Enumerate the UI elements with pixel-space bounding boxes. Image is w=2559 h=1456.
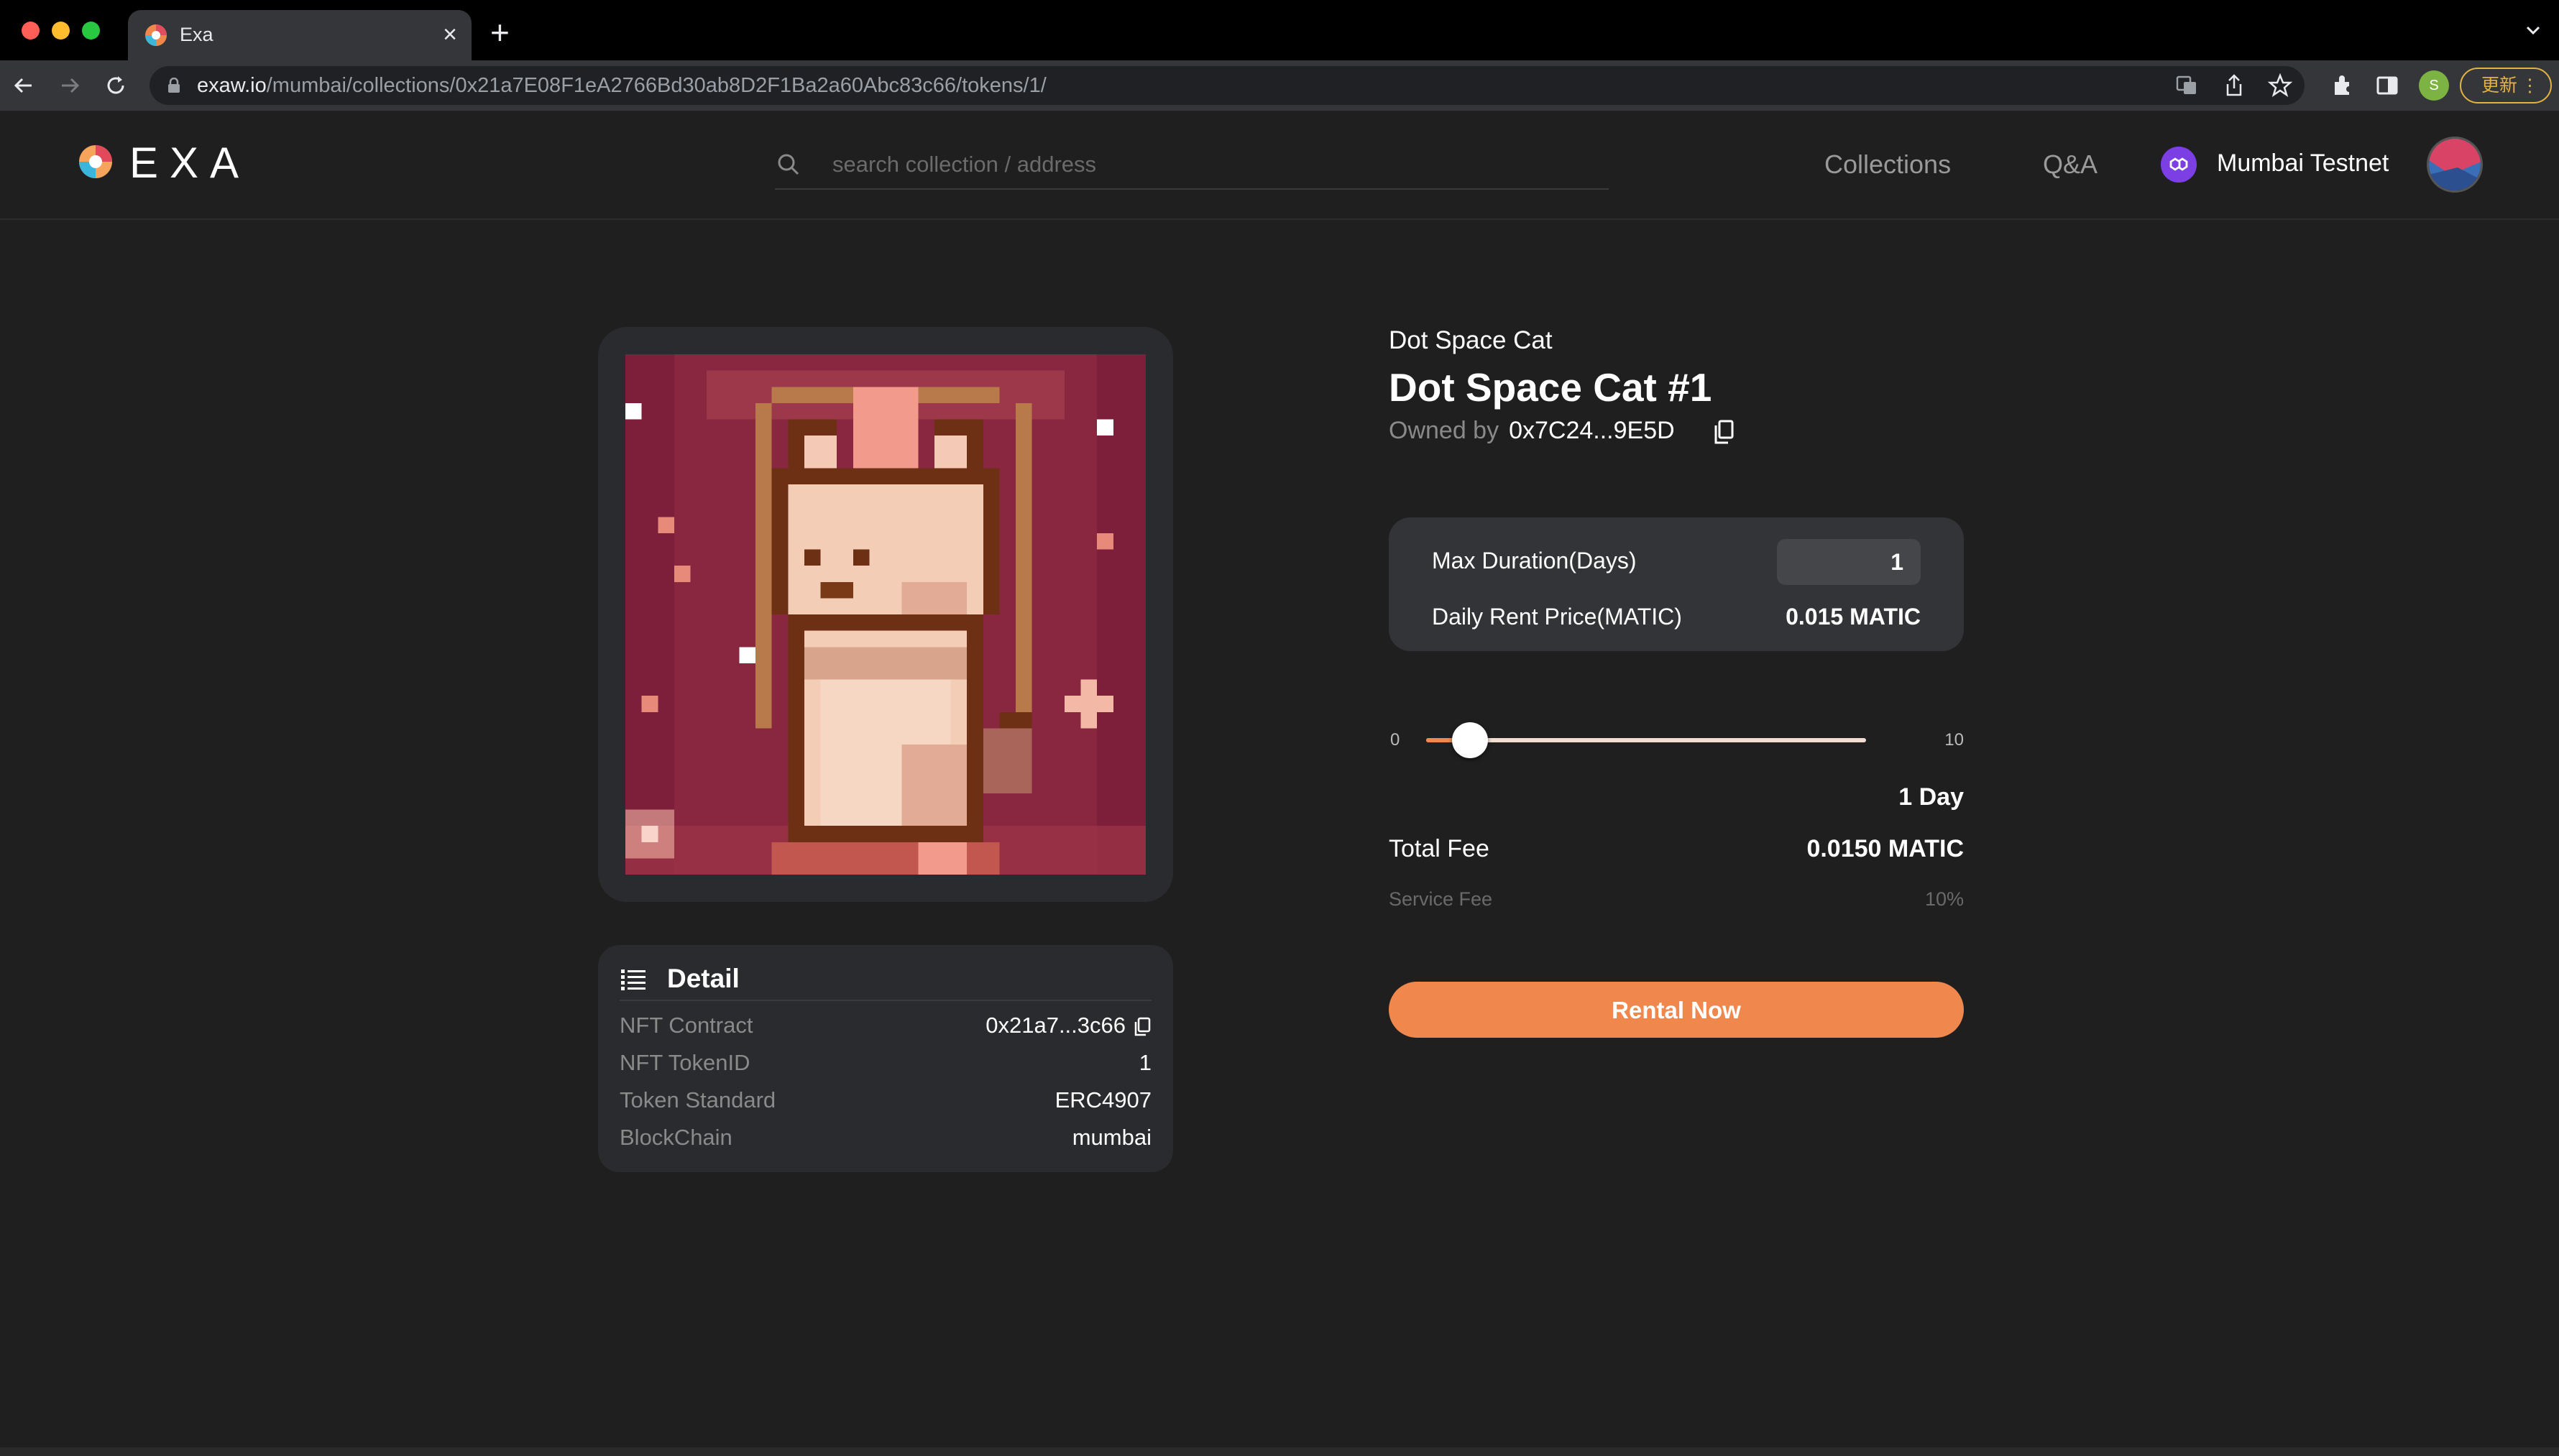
contract-address[interactable]: 0x21a7...3c66 — [986, 1013, 1126, 1038]
nft-image-card — [598, 327, 1173, 902]
detail-label: NFT Contract — [620, 1013, 753, 1038]
menu-dots-icon: ⋮ — [2521, 75, 2539, 96]
extensions-icon[interactable] — [2329, 72, 2356, 99]
slider-min-label: 0 — [1390, 730, 1400, 750]
token-standard-value: ERC4907 — [1055, 1087, 1152, 1112]
blockchain-value: mumbai — [1072, 1125, 1152, 1150]
new-tab-button[interactable]: + — [490, 14, 510, 50]
profile-avatar[interactable]: S — [2419, 70, 2449, 101]
daily-price-label: Daily Rent Price(MATIC) — [1432, 604, 1682, 630]
wallet-avatar[interactable] — [2427, 137, 2483, 193]
total-fee-value: 0.0150 MATIC — [1806, 835, 1964, 862]
token-id-value: 1 — [1139, 1050, 1152, 1075]
update-button[interactable]: 更新 ⋮ — [2460, 68, 2552, 103]
detail-title: Detail — [667, 964, 740, 993]
nav-qa-link[interactable]: Q&A — [2043, 149, 2098, 180]
slider-max-label: 10 — [1944, 730, 1964, 750]
owned-by-label: Owned by — [1389, 417, 1499, 444]
browser-tab[interactable]: Exa × — [128, 10, 472, 60]
rental-params-card: Max Duration(Days) Daily Rent Price(MATI… — [1389, 517, 1964, 651]
detail-card: Detail NFT Contract 0x21a7...3c66 NFT To… — [598, 945, 1173, 1172]
share-icon[interactable] — [2221, 73, 2247, 98]
logo-text[interactable]: EXA — [129, 138, 250, 188]
polygon-network-icon[interactable] — [2161, 147, 2197, 183]
maximize-window-button[interactable] — [82, 22, 100, 40]
detail-label: BlockChain — [620, 1125, 732, 1150]
search-icon — [778, 154, 799, 175]
tab-search-chevron-icon[interactable] — [2522, 19, 2545, 42]
detail-label: Token Standard — [620, 1087, 776, 1112]
detail-divider — [620, 1000, 1152, 1001]
search-bar — [775, 142, 1609, 190]
list-icon — [621, 969, 646, 990]
wallet-avatar-icon — [2429, 139, 2481, 190]
forward-icon[interactable] — [56, 72, 83, 99]
side-panel-icon[interactable] — [2374, 72, 2401, 99]
exa-favicon-icon — [145, 24, 167, 46]
slider-track[interactable] — [1426, 738, 1866, 742]
browser-toolbar: exaw.io/mumbai/collections/0x21a7E08F1eA… — [0, 60, 2559, 111]
lock-icon — [168, 78, 180, 93]
nft-pixel-art-image[interactable] — [625, 354, 1146, 875]
selected-days: 1 Day — [1898, 783, 1964, 811]
service-fee-label: Service Fee — [1389, 888, 1493, 910]
owner-line: Owned by 0x7C24...9E5D — [1389, 417, 1675, 445]
service-fee-value: 10% — [1924, 888, 1964, 910]
close-window-button[interactable] — [22, 22, 40, 40]
bottom-border — [0, 1447, 2559, 1456]
copy-owner-icon[interactable] — [1712, 419, 1735, 445]
owner-address[interactable]: 0x7C24...9E5D — [1509, 417, 1675, 444]
rental-now-button[interactable]: Rental Now — [1389, 982, 1964, 1038]
translate-icon[interactable] — [2174, 73, 2200, 98]
daily-price-value: 0.015 MATIC — [1786, 604, 1921, 630]
bookmark-star-icon[interactable] — [2267, 73, 2293, 98]
token-title: Dot Space Cat #1 — [1389, 365, 1712, 410]
total-fee-label: Total Fee — [1389, 835, 1489, 862]
url-text: exaw.io/mumbai/collections/0x21a7E08F1eA… — [197, 74, 1047, 97]
copy-contract-icon[interactable] — [1133, 1017, 1152, 1037]
detail-row-blockchain: BlockChain mumbai — [620, 1125, 1152, 1153]
exa-logo-icon[interactable] — [78, 144, 114, 180]
nav-collections-link[interactable]: Collections — [1824, 149, 1951, 180]
slider-thumb[interactable] — [1452, 722, 1489, 758]
duration-slider[interactable]: 0 10 — [1389, 719, 1964, 762]
browser-tab-bar: Exa × + — [0, 0, 2559, 60]
site-header: EXA Collections Q&A Mumbai Testnet — [0, 111, 2559, 220]
detail-label: NFT TokenID — [620, 1050, 750, 1075]
max-duration-input[interactable] — [1777, 539, 1921, 585]
address-bar[interactable]: exaw.io/mumbai/collections/0x21a7E08F1eA… — [150, 66, 2305, 105]
search-input[interactable] — [831, 147, 1600, 183]
max-duration-label: Max Duration(Days) — [1432, 548, 1637, 573]
network-label[interactable]: Mumbai Testnet — [2217, 149, 2389, 178]
back-icon[interactable] — [10, 72, 37, 99]
reload-icon[interactable] — [102, 72, 129, 99]
tab-close-icon[interactable]: × — [443, 20, 457, 49]
minimize-window-button[interactable] — [52, 22, 70, 40]
detail-row-contract: NFT Contract 0x21a7...3c66 — [620, 1013, 1152, 1041]
tab-title: Exa — [180, 24, 213, 45]
detail-row-standard: Token Standard ERC4907 — [620, 1087, 1152, 1116]
collection-name[interactable]: Dot Space Cat — [1389, 326, 1553, 355]
detail-row-tokenid: NFT TokenID 1 — [620, 1050, 1152, 1079]
